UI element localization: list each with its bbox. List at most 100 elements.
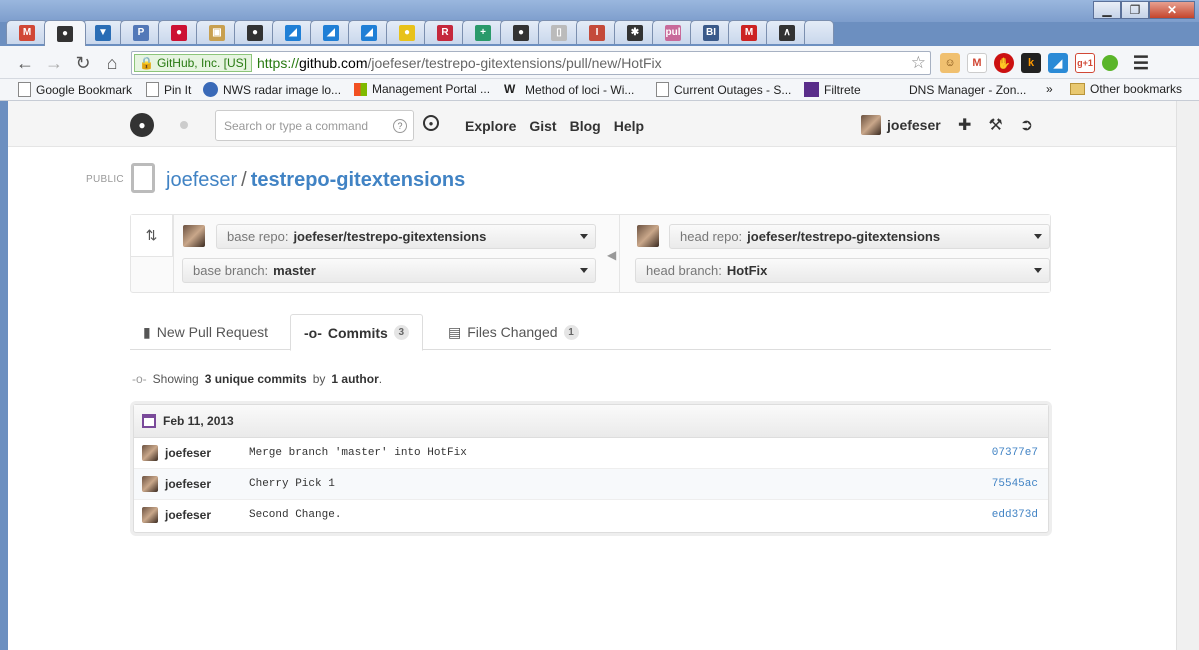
nav-blog[interactable]: Blog [570,118,601,134]
bookmark-item[interactable]: Current Outages - S... [656,82,791,97]
document-icon: ▯ [551,24,567,41]
github-page: ● Search or type a command ? ● Explore G… [8,101,1176,650]
visibility-label: PUBLIC [86,174,124,185]
command-bar-icon[interactable]: ● [423,115,439,131]
search-input[interactable]: Search or type a command ? [215,110,414,141]
bookmark-item[interactable]: Management Portal ... [354,82,490,96]
compare-tabs: ▮ New Pull Request -o- Commits 3 ▤ Files… [130,314,1051,351]
commit-sha[interactable]: 07377e7 [992,447,1038,459]
bookmark-label: Management Portal ... [372,82,491,96]
sign-out-icon[interactable]: ➲ [1020,115,1033,135]
menu-icon[interactable]: ☰ [1131,53,1151,73]
address-bar[interactable]: 🔒 GitHub, Inc. [US] https://github.com/j… [131,51,931,75]
close-button[interactable]: ✕ [1149,1,1195,19]
browser-tab[interactable]: ● [234,20,276,44]
commits-counter: 3 [393,325,409,340]
azure-extension-icon[interactable]: ◢ [1048,53,1068,73]
commit-sha[interactable]: 75545ac [992,478,1038,490]
search-help-icon[interactable]: ? [393,119,407,133]
bookmark-item[interactable]: NWS radar image lo... [203,82,341,97]
nav-help[interactable]: Help [614,118,644,134]
browser-tab[interactable]: P [120,20,162,44]
browser-tab[interactable]: ▯ [538,20,580,44]
new-repo-icon[interactable]: ✚ [958,115,971,135]
bookmark-item[interactable]: Filtrete [804,82,861,97]
notifications-icon[interactable] [180,121,188,129]
browser-tab[interactable]: ▣ [196,20,238,44]
maximize-button[interactable]: ❐ [1121,1,1149,19]
forward-icon[interactable]: → [43,52,65,74]
github-icon: ● [247,24,263,41]
nav-explore[interactable]: Explore [465,118,516,134]
browser-tab[interactable]: ● [500,20,542,44]
browser-tab[interactable]: M [6,20,48,44]
home-icon[interactable]: ⌂ [101,52,123,74]
browser-tab[interactable]: M [728,20,770,44]
avatar [183,225,205,247]
base-repo-select[interactable]: base repo: joefeser/testrepo-gitextension… [216,224,596,249]
user-menu[interactable]: joefeser [861,115,941,135]
browser-tab[interactable]: ◢ [310,20,352,44]
nav-gist[interactable]: Gist [529,118,556,134]
browser-tab[interactable]: ✱ [614,20,656,44]
browser-tab[interactable]: R [424,20,466,44]
new-tab-button[interactable] [804,20,834,44]
commit-message[interactable]: Second Change. [249,509,341,521]
minimize-button[interactable]: ▁ [1093,1,1121,19]
commit-author[interactable]: joefeser [165,508,211,522]
ev-certificate-badge[interactable]: 🔒 GitHub, Inc. [US] [134,54,252,72]
reload-icon[interactable]: ↻ [72,52,94,74]
azure-icon: ◢ [361,24,377,41]
other-bookmarks-folder[interactable]: Other bookmarks [1070,82,1182,96]
adblock-extension-icon[interactable]: ✋ [994,53,1014,73]
windows-icon [354,82,367,96]
browser-tab[interactable]: ◢ [348,20,390,44]
browser-tab[interactable]: I [576,20,618,44]
tab-files-changed[interactable]: ▤ Files Changed 1 [435,314,592,350]
bookmark-item[interactable]: W Method of loci - Wi... [504,82,634,97]
head-repo-select[interactable]: head repo: joefeser/testrepo-gitextension… [669,224,1050,249]
head-branch-select[interactable]: head branch: HotFix [635,258,1050,283]
browser-tab[interactable]: ● [44,20,86,46]
settings-tools-icon[interactable]: ⚒ [988,115,1002,135]
chevron-down-icon [1034,268,1042,273]
commit-author[interactable]: joefeser [165,477,211,491]
commit-message[interactable]: Cherry Pick 1 [249,478,335,490]
browser-tab[interactable]: + [462,20,504,44]
back-icon[interactable]: ← [14,52,36,74]
bookmark-item[interactable]: Google Bookmark [18,82,132,97]
browser-tab[interactable]: ◢ [272,20,314,44]
tab-commits[interactable]: -o- Commits 3 [290,314,423,351]
tab-label: Commits [327,324,388,341]
bucket-icon: ▼ [95,24,111,41]
speech-bubble-icon: ▮ [143,323,151,340]
bookmark-item[interactable]: Pin It [146,82,191,97]
title-bar: ▁ ❐ ✕ [0,0,1199,22]
tab-new-pull-request[interactable]: ▮ New Pull Request [130,314,281,350]
status-extension-icon[interactable] [1102,55,1118,71]
github-octocat-icon[interactable]: ● [130,113,154,137]
gmail-extension-icon[interactable]: M [967,53,987,73]
avatar[interactable] [142,445,158,461]
commit-message[interactable]: Merge branch 'master' into HotFix [249,447,467,459]
repo-owner-link[interactable]: joefeser [166,169,237,191]
bookmark-star-icon[interactable]: ☆ [911,53,926,73]
bookmarks-overflow-button[interactable]: » [1046,82,1053,96]
commit-author[interactable]: joefeser [165,446,211,460]
commit-sha[interactable]: edd373d [992,509,1038,521]
bookmark-item[interactable]: DNS Manager - Zon... [891,82,1026,97]
scrollbar[interactable] [1176,101,1199,650]
klout-extension-icon[interactable]: k [1021,53,1041,73]
browser-tab[interactable]: ● [158,20,200,44]
avatar[interactable] [142,507,158,523]
avatar[interactable] [142,476,158,492]
repo-name-link[interactable]: testrepo-gitextensions [251,169,465,191]
cookie-extension-icon[interactable]: ☺ [940,53,960,73]
base-branch-select[interactable]: base branch: master [182,258,596,283]
browser-tab[interactable]: ▼ [82,20,124,44]
browser-tab[interactable]: pul [652,20,694,44]
browser-tab[interactable]: ● [386,20,428,44]
browser-tab[interactable]: BI [690,20,732,44]
gplus-extension-icon[interactable]: g+1 [1075,53,1095,73]
browser-tab[interactable]: ∧ [766,20,808,44]
